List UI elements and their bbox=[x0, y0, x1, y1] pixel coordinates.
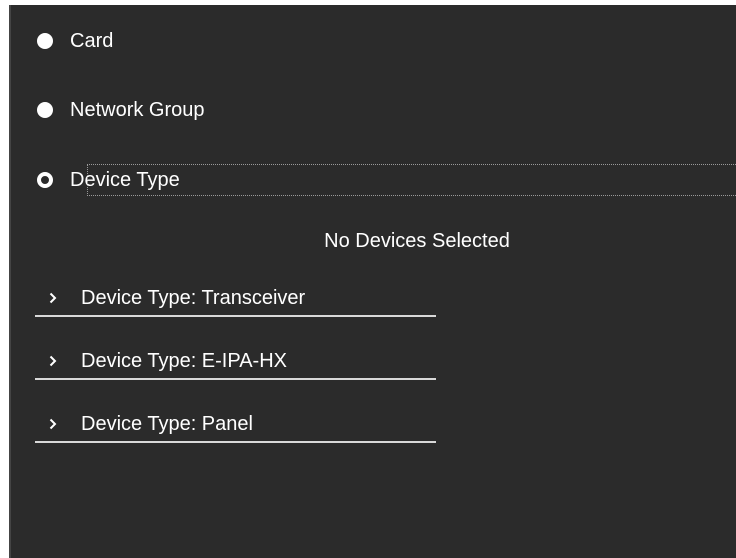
filter-panel: Card Network Group Device Type No Device… bbox=[9, 5, 736, 558]
chevron-right-icon[interactable] bbox=[45, 290, 61, 306]
radio-label-card: Card bbox=[70, 30, 114, 52]
device-group-label: Device Type: E-IPA-HX bbox=[81, 350, 287, 372]
radio-option-card[interactable]: Card bbox=[37, 25, 117, 57]
radio-button-icon[interactable] bbox=[37, 33, 53, 49]
device-group-label: Device Type: Transceiver bbox=[81, 287, 306, 309]
chevron-right-icon[interactable] bbox=[45, 416, 61, 432]
radio-button-icon[interactable] bbox=[37, 102, 53, 118]
chevron-right-icon[interactable] bbox=[45, 353, 61, 369]
device-group-e-ipa-hx[interactable]: Device Type: E-IPA-HX bbox=[35, 344, 436, 380]
radio-option-network-group[interactable]: Network Group bbox=[37, 94, 209, 126]
focus-outline bbox=[87, 164, 736, 196]
radio-option-device-type[interactable]: Device Type bbox=[37, 164, 736, 196]
device-group-panel[interactable]: Device Type: Panel bbox=[35, 407, 436, 443]
device-group-transceiver[interactable]: Device Type: Transceiver bbox=[35, 281, 436, 317]
radio-label-device-type: Device Type bbox=[70, 169, 180, 191]
radio-button-selected-icon[interactable] bbox=[37, 172, 53, 188]
device-group-label: Device Type: Panel bbox=[81, 413, 253, 435]
radio-label-network-group: Network Group bbox=[70, 99, 205, 121]
no-devices-message: No Devices Selected bbox=[324, 230, 510, 252]
